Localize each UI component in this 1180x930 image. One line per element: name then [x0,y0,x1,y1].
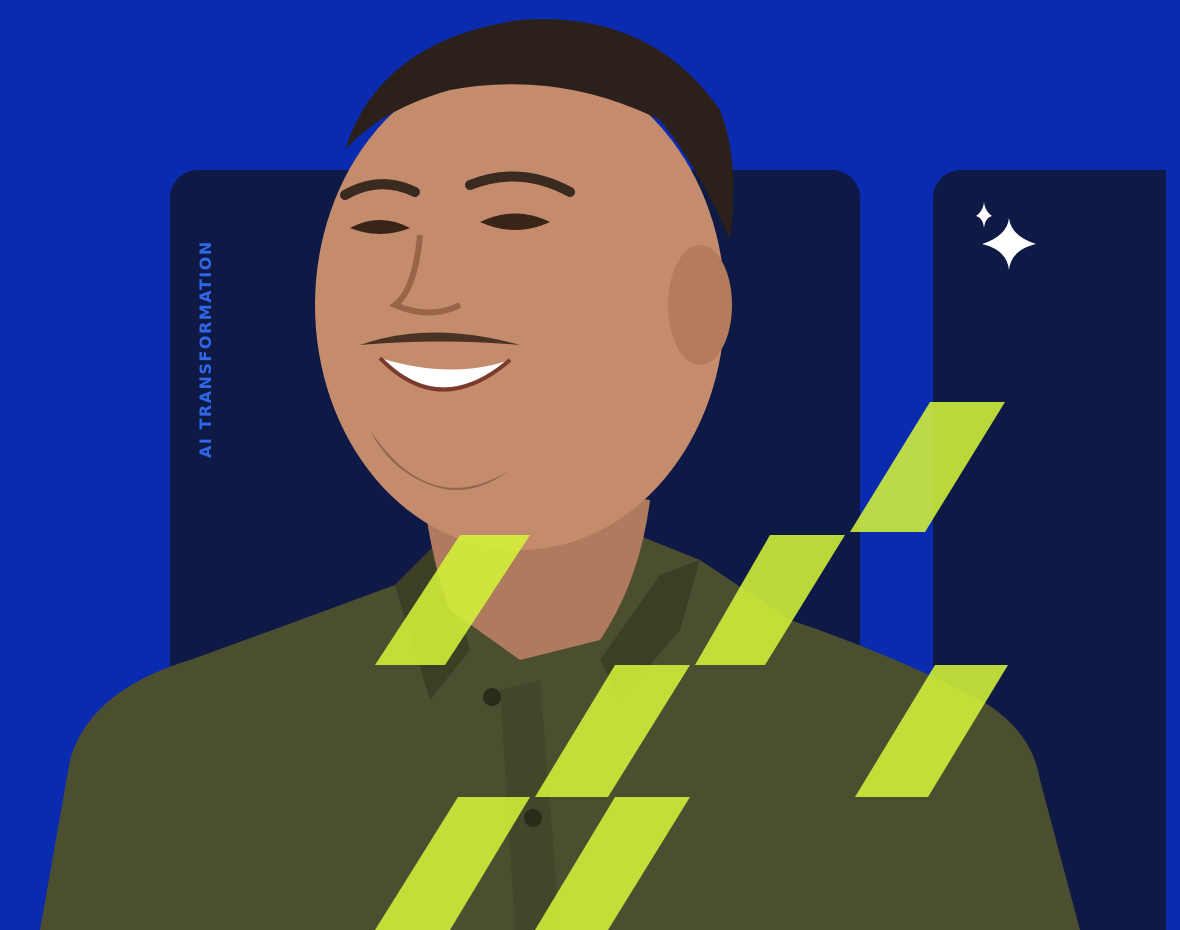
ear [668,245,732,365]
face [315,60,725,550]
person-photo [40,19,1080,930]
hero-banner: AI TRANSFORMATION [0,0,1180,930]
